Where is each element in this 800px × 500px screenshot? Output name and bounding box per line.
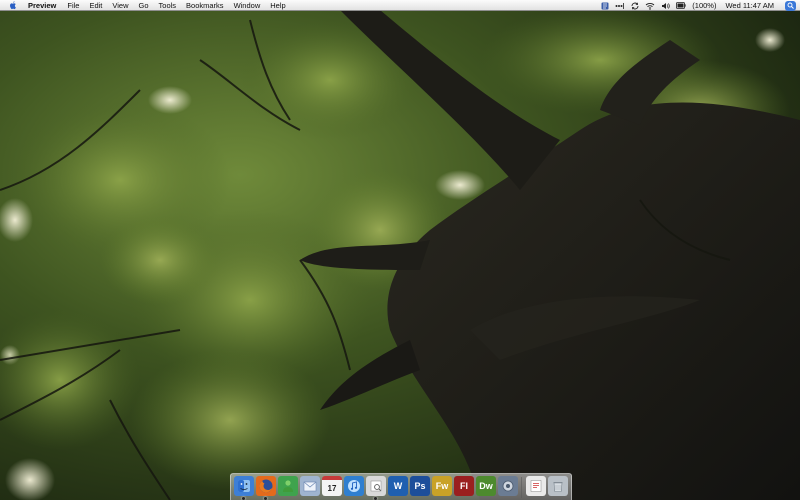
fireworks-label: Fw [435, 481, 449, 491]
ical-label: 17 [327, 483, 337, 493]
system-preferences-glyph [502, 480, 514, 492]
menu-file[interactable]: File [67, 1, 79, 10]
firefox-icon[interactable] [256, 476, 276, 496]
sync-icon[interactable] [631, 1, 639, 11]
desktop-wallpaper [0, 0, 800, 500]
menu-extras: (100%) Wed 11:47 AM [601, 0, 800, 11]
wifi-icon[interactable] [645, 1, 655, 11]
spotlight-icon[interactable] [785, 0, 796, 11]
trash-icon[interactable] [548, 476, 568, 496]
dock-separator [521, 477, 522, 498]
bluetooth-dots-icon[interactable] [615, 1, 625, 11]
preview-glyph [370, 480, 382, 492]
itunes-icon[interactable] [344, 476, 364, 496]
menu-go[interactable]: Go [139, 1, 149, 10]
ichat-glyph [283, 480, 293, 492]
finder-glyph [238, 480, 250, 492]
word-icon[interactable]: W [388, 476, 408, 496]
apple-menu-icon[interactable] [8, 0, 18, 10]
flash-icon[interactable]: Fl [454, 476, 474, 496]
script-menu-icon[interactable] [601, 1, 609, 11]
ichat-icon[interactable] [278, 476, 298, 496]
word-label: W [393, 481, 403, 491]
photoshop-label: Ps [414, 481, 426, 491]
menu-view[interactable]: View [112, 1, 128, 10]
finder-icon[interactable] [234, 476, 254, 496]
menu-clock[interactable]: Wed 11:47 AM [725, 1, 774, 10]
trash-glyph [553, 482, 563, 492]
ical-icon[interactable]: 17 [322, 476, 342, 496]
mail-glyph [303, 481, 317, 492]
photoshop-icon[interactable]: Ps [410, 476, 430, 496]
dreamweaver-label: Dw [479, 481, 493, 491]
menu-tools[interactable]: Tools [159, 1, 177, 10]
document-glyph [530, 480, 542, 492]
menu-app-preview[interactable]: Preview [28, 1, 56, 10]
menu-bar: Preview File Edit View Go Tools Bookmark… [0, 0, 800, 11]
battery-percentage[interactable]: (100%) [692, 1, 716, 10]
fireworks-icon[interactable]: Fw [432, 476, 452, 496]
preview-icon[interactable] [366, 476, 386, 496]
menu-edit[interactable]: Edit [89, 1, 102, 10]
menu-bookmarks[interactable]: Bookmarks [186, 1, 224, 10]
battery-icon[interactable] [676, 1, 686, 11]
firefox-glyph [259, 479, 273, 493]
dock: 17 W Ps Fw Fl Dw [230, 473, 572, 500]
mail-icon[interactable] [300, 476, 320, 496]
system-preferences-icon[interactable] [498, 476, 518, 496]
menu-window[interactable]: Window [234, 1, 261, 10]
dreamweaver-icon[interactable]: Dw [476, 476, 496, 496]
flash-label: Fl [460, 481, 468, 491]
itunes-glyph [348, 480, 360, 492]
menu-help[interactable]: Help [270, 1, 285, 10]
volume-icon[interactable] [661, 1, 670, 11]
document-icon[interactable] [526, 476, 546, 496]
